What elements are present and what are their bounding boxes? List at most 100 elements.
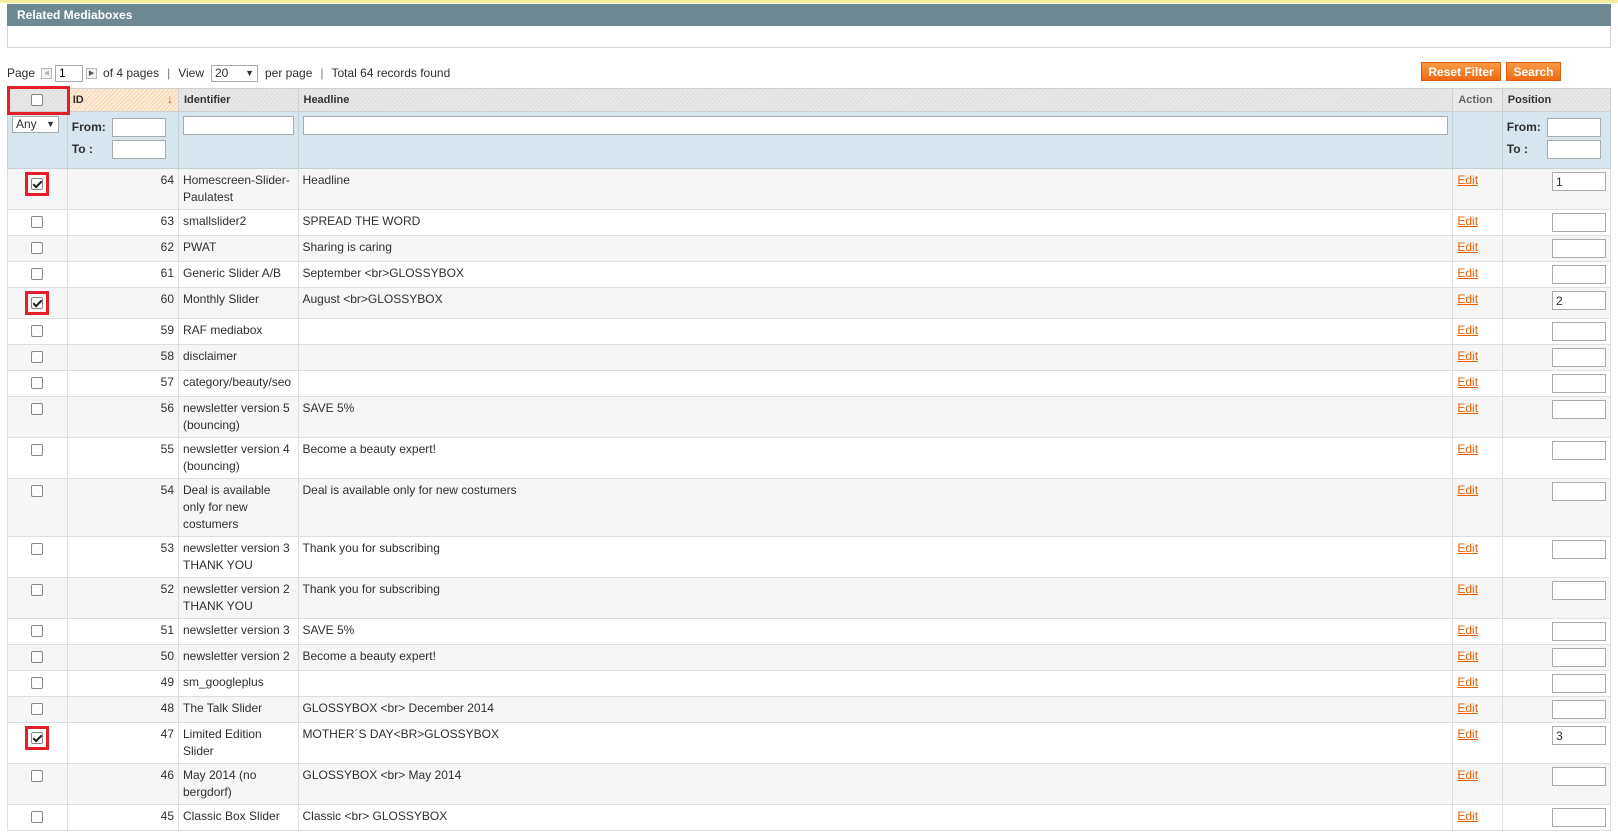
position-input[interactable]: [1552, 767, 1606, 786]
edit-link[interactable]: Edit: [1457, 649, 1478, 663]
filter-headline-cell: [297, 111, 1454, 169]
edit-link[interactable]: Edit: [1457, 375, 1478, 389]
position-input[interactable]: [1552, 322, 1606, 341]
row-checkbox[interactable]: [31, 676, 44, 689]
filter-headline-input[interactable]: [302, 116, 1449, 135]
edit-link[interactable]: Edit: [1457, 173, 1478, 187]
edit-link[interactable]: Edit: [1457, 768, 1478, 782]
row-identifier: Generic Slider A/B: [178, 261, 299, 288]
filter-id-to-input[interactable]: [111, 139, 166, 159]
next-page-icon[interactable]: ▶: [86, 67, 98, 79]
column-header-id[interactable]: ID ↓: [66, 88, 180, 112]
row-checkbox[interactable]: [31, 267, 44, 280]
row-checkbox[interactable]: [31, 732, 44, 744]
edit-link[interactable]: Edit: [1457, 266, 1478, 280]
edit-link[interactable]: Edit: [1457, 214, 1478, 228]
position-input[interactable]: [1552, 674, 1606, 693]
row-checkbox-wrap: [25, 726, 50, 750]
search-button[interactable]: Search: [1506, 62, 1561, 81]
row-checkbox[interactable]: [31, 297, 44, 309]
filter-position-to-input[interactable]: [1546, 139, 1601, 159]
position-input[interactable]: [1552, 441, 1606, 460]
edit-link[interactable]: Edit: [1457, 541, 1478, 555]
edit-link[interactable]: Edit: [1457, 349, 1478, 363]
row-checkbox[interactable]: [31, 324, 44, 337]
row-checkbox[interactable]: [31, 241, 44, 254]
row-identifier: newsletter version 2: [178, 644, 299, 671]
row-headline: Headline: [297, 168, 1454, 210]
row-position-cell: [1501, 318, 1612, 345]
edit-link[interactable]: Edit: [1457, 292, 1478, 306]
edit-link[interactable]: Edit: [1457, 809, 1478, 823]
position-input[interactable]: [1552, 540, 1606, 559]
row-checkbox[interactable]: [31, 769, 44, 782]
row-identifier: newsletter version 5 (bouncing): [178, 396, 299, 438]
filter-position-from-label: From:: [1506, 119, 1541, 134]
row-action-cell: Edit: [1452, 235, 1503, 262]
filter-identifier-input[interactable]: [183, 116, 294, 135]
row-checkbox[interactable]: [31, 650, 44, 663]
position-input[interactable]: [1552, 239, 1606, 258]
row-action-cell: Edit: [1452, 618, 1503, 645]
edit-link[interactable]: Edit: [1457, 582, 1478, 596]
position-input[interactable]: [1552, 374, 1606, 393]
row-checkbox[interactable]: [31, 178, 44, 190]
select-all-checkbox[interactable]: [31, 94, 44, 107]
row-headline: Become a beauty expert!: [297, 437, 1454, 479]
filter-position-from-input[interactable]: [1546, 117, 1601, 137]
select-all-header: [7, 88, 68, 112]
page-input[interactable]: [55, 64, 84, 82]
position-input[interactable]: [1552, 581, 1606, 600]
position-input[interactable]: [1552, 265, 1606, 284]
edit-link[interactable]: Edit: [1457, 623, 1478, 637]
edit-link[interactable]: Edit: [1457, 727, 1478, 741]
row-identifier: category/beauty/seo: [178, 370, 299, 397]
row-checkbox[interactable]: [31, 583, 44, 596]
position-input[interactable]: [1552, 348, 1606, 367]
filter-any-select[interactable]: Any ▼: [12, 116, 59, 133]
filter-id-from-input[interactable]: [111, 117, 166, 137]
edit-link[interactable]: Edit: [1457, 675, 1478, 689]
row-position-cell: [1501, 235, 1612, 262]
row-checkbox[interactable]: [31, 215, 44, 228]
position-input[interactable]: [1552, 808, 1606, 827]
edit-link[interactable]: Edit: [1457, 701, 1478, 715]
row-action-cell: Edit: [1452, 804, 1503, 831]
row-checkbox-wrap: [31, 623, 44, 637]
column-header-headline[interactable]: Headline: [297, 88, 1454, 112]
reset-filter-button[interactable]: Reset Filter: [1421, 62, 1501, 81]
edit-link[interactable]: Edit: [1457, 240, 1478, 254]
row-checkbox[interactable]: [31, 542, 44, 555]
position-input[interactable]: [1552, 400, 1606, 419]
row-checkbox[interactable]: [31, 624, 44, 637]
edit-link[interactable]: Edit: [1457, 323, 1478, 337]
edit-link[interactable]: Edit: [1457, 483, 1478, 497]
row-checkbox[interactable]: [31, 484, 44, 497]
row-checkbox[interactable]: [31, 376, 44, 389]
row-checkbox[interactable]: [31, 443, 44, 456]
edit-link[interactable]: Edit: [1457, 401, 1478, 415]
position-input[interactable]: [1552, 700, 1606, 719]
row-position-cell: [1501, 670, 1612, 697]
column-header-position[interactable]: Position: [1501, 88, 1612, 112]
row-checkbox[interactable]: [31, 350, 44, 363]
row-position-cell: 1: [1501, 168, 1612, 210]
row-checkbox[interactable]: [31, 810, 44, 823]
position-input[interactable]: [1552, 648, 1606, 667]
prev-page-icon[interactable]: ◀: [41, 67, 53, 79]
edit-link[interactable]: Edit: [1457, 442, 1478, 456]
column-header-identifier[interactable]: Identifier: [178, 88, 299, 112]
row-identifier: Monthly Slider: [178, 287, 299, 319]
row-checkbox[interactable]: [31, 702, 44, 715]
row-identifier: Limited Edition Slider: [178, 722, 299, 764]
per-page-select[interactable]: 20 ▼: [211, 64, 258, 82]
row-checkbox-wrap: [31, 582, 44, 596]
position-input[interactable]: 1: [1552, 172, 1606, 191]
row-checkbox[interactable]: [31, 402, 44, 415]
position-input[interactable]: [1552, 213, 1606, 232]
position-input[interactable]: [1552, 482, 1606, 501]
position-input[interactable]: [1552, 622, 1606, 641]
position-input[interactable]: 2: [1552, 291, 1606, 310]
position-input[interactable]: 3: [1552, 726, 1606, 745]
row-id: 57: [66, 370, 180, 397]
